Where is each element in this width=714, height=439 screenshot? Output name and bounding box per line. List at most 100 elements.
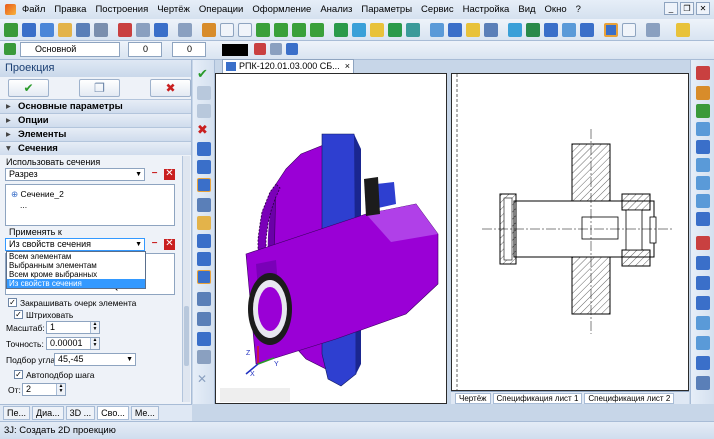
menu-drawing[interactable]: Чертёж: [157, 4, 190, 15]
hatch-tool-icon[interactable]: [197, 292, 211, 306]
arrow-right-icon[interactable]: [197, 142, 211, 156]
spinner-icon[interactable]: ▲ ▼: [90, 322, 99, 333]
dimension-tool-icon[interactable]: [197, 312, 211, 326]
array-icon[interactable]: [484, 23, 498, 37]
tab-spec-1[interactable]: Спецификация лист 1: [492, 392, 583, 404]
open-folder-icon[interactable]: [58, 23, 72, 37]
menu-analysis[interactable]: Анализ: [320, 4, 352, 15]
shade-icon[interactable]: [696, 276, 710, 290]
tab-tree[interactable]: Пе...: [3, 406, 30, 420]
ok-icon[interactable]: ✔: [197, 66, 211, 81]
redo-icon[interactable]: [178, 23, 192, 37]
view-tool-icon[interactable]: [197, 234, 211, 248]
view-orient-icon[interactable]: [696, 236, 710, 250]
field-one[interactable]: 0: [128, 42, 162, 57]
cancel-icon[interactable]: ✖: [197, 122, 211, 137]
chamfer-icon[interactable]: [448, 23, 462, 37]
perspective-icon[interactable]: [696, 316, 710, 330]
zoom-icon[interactable]: [696, 158, 710, 172]
drawing-viewport[interactable]: [451, 73, 689, 391]
wireframe-icon[interactable]: [696, 296, 710, 310]
rotate-icon[interactable]: [352, 23, 366, 37]
zoom-in-icon[interactable]: [696, 176, 710, 190]
section-tool-icon[interactable]: [197, 198, 211, 212]
section-basic-params[interactable]: Основные параметры: [0, 99, 191, 113]
apply-icon[interactable]: [197, 104, 211, 118]
tab-spec-2[interactable]: Спецификация лист 2: [584, 392, 675, 404]
list-item[interactable]: ⊕ Сечение_2: [6, 189, 174, 200]
layer-select[interactable]: Основной: [20, 42, 120, 57]
menu-service[interactable]: Сервис: [421, 4, 454, 15]
restore-icon[interactable]: ❐: [680, 2, 694, 15]
section-options[interactable]: Опции: [0, 113, 191, 127]
render-icon[interactable]: [544, 23, 558, 37]
scale-input[interactable]: 1 ▲ ▼: [46, 321, 100, 334]
copy-icon[interactable]: [136, 23, 150, 37]
minimize-icon[interactable]: _: [664, 2, 678, 15]
confirm-icon[interactable]: [4, 23, 18, 37]
remove-icon[interactable]: −: [149, 239, 160, 250]
fillet-icon[interactable]: [430, 23, 444, 37]
camera-icon[interactable]: [696, 356, 710, 370]
3d-viewport[interactable]: Z X Y: [215, 73, 447, 404]
settings-tool-icon[interactable]: [197, 350, 211, 364]
undo-icon[interactable]: [154, 23, 168, 37]
scrollbar-thumb[interactable]: [184, 306, 189, 366]
help-icon[interactable]: [676, 23, 690, 37]
circle-icon[interactable]: [310, 23, 324, 37]
menu-window[interactable]: Окно: [545, 4, 567, 15]
apply-button[interactable]: ❐: [79, 79, 120, 97]
precision-input[interactable]: 0.00001 ▲ ▼: [46, 337, 100, 350]
cross-icon[interactable]: ✕: [197, 372, 211, 386]
select-icon[interactable]: [197, 160, 211, 174]
style2-icon[interactable]: [270, 43, 282, 55]
auto-step-checkbox[interactable]: ✓: [14, 370, 23, 379]
fill-outline-checkbox[interactable]: ✓: [8, 298, 17, 307]
section-sections[interactable]: Сечения: [0, 141, 191, 155]
loft-icon[interactable]: [388, 23, 402, 37]
panel-scrollbar[interactable]: [182, 156, 190, 402]
menu-parameters[interactable]: Параметры: [361, 4, 412, 15]
field-two[interactable]: 0: [172, 42, 206, 57]
magnet-icon[interactable]: [696, 122, 710, 136]
pencil-icon[interactable]: [202, 23, 216, 37]
cancel-button[interactable]: ✖: [150, 79, 191, 97]
close-icon[interactable]: ✕: [696, 2, 710, 15]
menu-construct[interactable]: Построения: [95, 4, 148, 15]
tab-drawing[interactable]: Чертёж: [455, 392, 491, 404]
option-all-elements[interactable]: Всем элементам: [7, 252, 145, 261]
sheet-icon[interactable]: [220, 23, 234, 37]
line-icon[interactable]: [256, 23, 270, 37]
document-tab[interactable]: РПК-120.01.03.000 СБ... ×: [222, 59, 354, 73]
menu-edit[interactable]: Правка: [54, 4, 86, 15]
tab-menu[interactable]: Ме...: [130, 406, 159, 420]
ok-button[interactable]: ✔: [8, 79, 49, 97]
option-selected-elements[interactable]: Выбранным элементам: [7, 261, 145, 270]
dimension-icon[interactable]: [622, 23, 636, 37]
fit-icon[interactable]: [696, 140, 710, 154]
active-tool-icon[interactable]: [604, 23, 618, 37]
spinner-icon[interactable]: ▲ ▼: [56, 384, 65, 395]
hatch-checkbox[interactable]: ✓: [14, 310, 23, 319]
projection-icon[interactable]: [197, 178, 211, 192]
material-icon[interactable]: [562, 23, 576, 37]
new-file-icon[interactable]: [40, 23, 54, 37]
section-view-icon[interactable]: [696, 336, 710, 350]
tab-properties[interactable]: Сво...: [97, 406, 129, 420]
save-icon[interactable]: [76, 23, 90, 37]
menu-settings[interactable]: Настройка: [463, 4, 510, 15]
sheet2-icon[interactable]: [238, 23, 252, 37]
zoom-all-icon[interactable]: [696, 212, 710, 226]
measure-icon[interactable]: [526, 23, 540, 37]
menu-help[interactable]: ?: [576, 4, 581, 15]
boolean-icon[interactable]: [406, 23, 420, 37]
add-icon[interactable]: [197, 332, 211, 346]
rotate-view-icon[interactable]: [696, 104, 710, 118]
zoom-out-icon[interactable]: [696, 194, 710, 208]
extrude-icon[interactable]: [334, 23, 348, 37]
layout-icon[interactable]: [197, 270, 211, 284]
option-from-section[interactable]: Из свойств сечения: [7, 279, 145, 288]
light-icon[interactable]: [580, 23, 594, 37]
light-source-icon[interactable]: [696, 376, 710, 390]
print-icon[interactable]: [94, 23, 108, 37]
